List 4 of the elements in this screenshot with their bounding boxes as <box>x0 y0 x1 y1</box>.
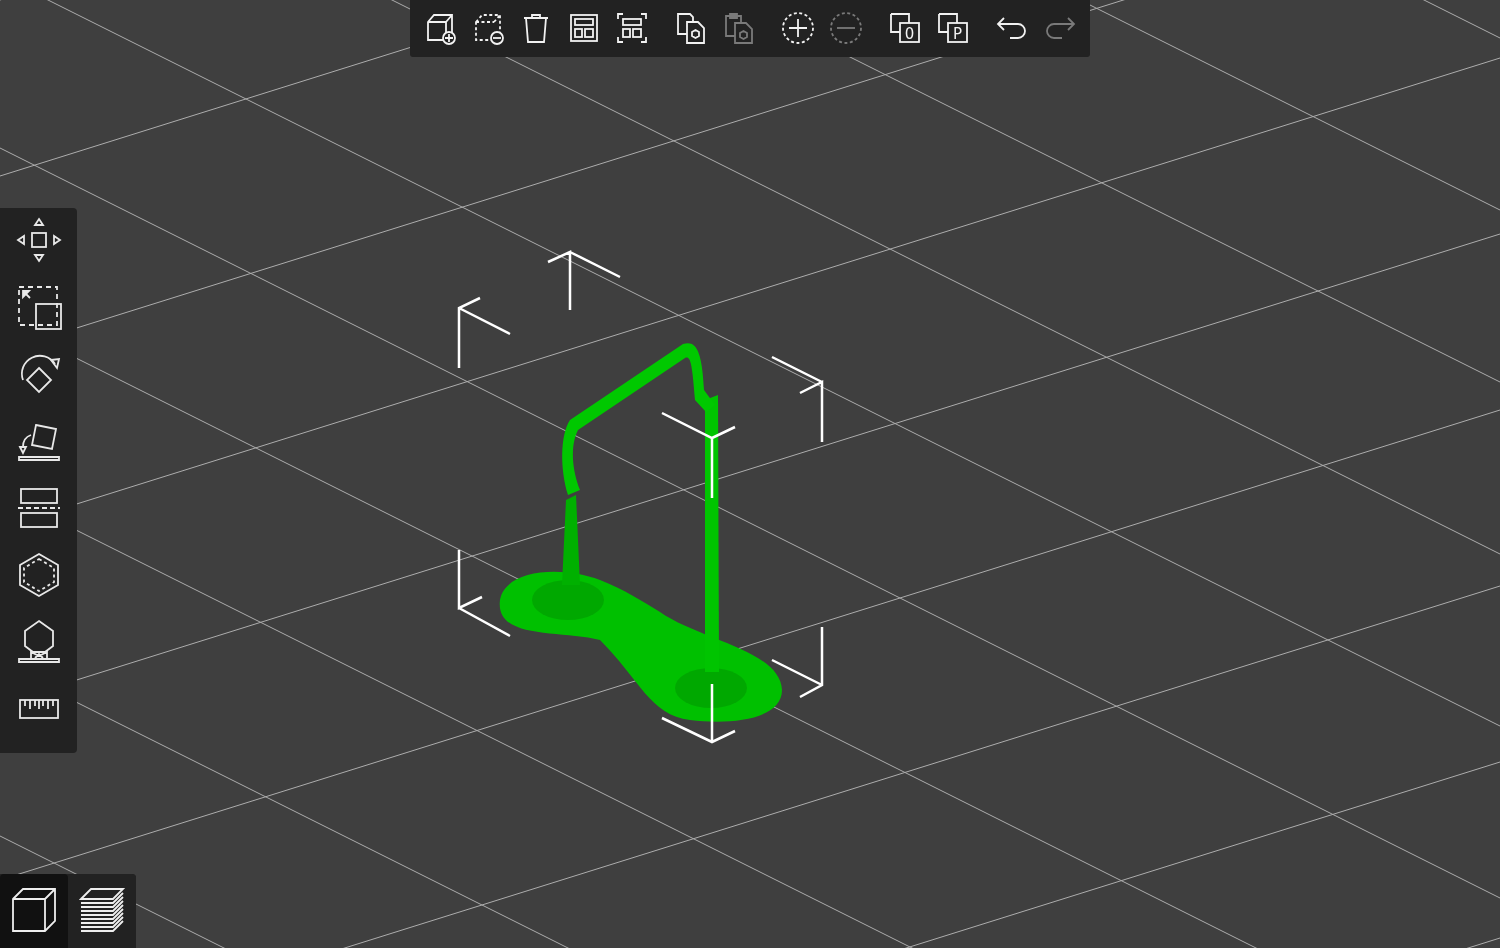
layout-selection-icon[interactable] <box>614 10 650 46</box>
cube-icon[interactable] <box>0 874 68 948</box>
move-arrows-icon[interactable] <box>14 216 63 264</box>
plus-circle-icon[interactable] <box>780 10 816 46</box>
